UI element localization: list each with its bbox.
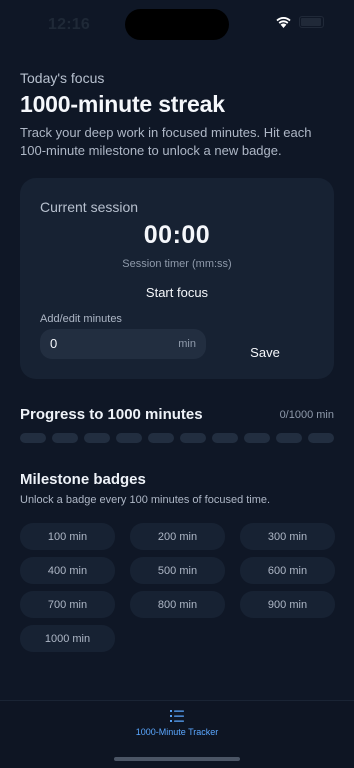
minutes-field-label: Add/edit minutes xyxy=(40,313,122,325)
progress-count: 0/1000 min xyxy=(279,409,334,421)
page-title: 1000-minute streak xyxy=(20,91,225,117)
milestone-badge: 300 min xyxy=(240,523,335,550)
progress-segment xyxy=(212,433,238,443)
session-label: Current session xyxy=(40,199,139,215)
battery-icon xyxy=(299,16,324,28)
home-indicator xyxy=(114,757,240,761)
milestone-badge: 200 min xyxy=(130,523,225,550)
status-bar: 12:16 xyxy=(0,0,354,48)
tab-tracker[interactable]: 1000-Minute Tracker xyxy=(0,708,354,737)
progress-bar xyxy=(20,433,334,443)
session-timer: 00:00 xyxy=(143,221,211,249)
progress-title: Progress to 1000 minutes xyxy=(20,406,203,423)
wifi-icon xyxy=(276,17,291,28)
milestone-badge: 100 min xyxy=(20,523,115,550)
milestone-badge: 400 min xyxy=(20,557,115,584)
milestone-badge: 900 min xyxy=(240,591,335,618)
badges-subtitle: Unlock a badge every 100 minutes of focu… xyxy=(20,494,271,506)
progress-segment xyxy=(276,433,302,443)
dynamic-island xyxy=(125,9,229,40)
milestone-badge: 800 min xyxy=(130,591,225,618)
progress-segment xyxy=(244,433,270,443)
tab-tracker-label: 1000-Minute Tracker xyxy=(135,727,219,737)
progress-segment xyxy=(308,433,334,443)
milestone-badge: 700 min xyxy=(20,591,115,618)
badges-title: Milestone badges xyxy=(20,471,146,488)
status-icons xyxy=(275,16,324,28)
timer-caption: Session timer (mm:ss) xyxy=(122,258,232,270)
progress-segment xyxy=(116,433,142,443)
milestone-badge: 600 min xyxy=(240,557,335,584)
progress-segment xyxy=(148,433,174,443)
page-subtitle: Track your deep work in focused minutes.… xyxy=(20,125,312,158)
minutes-input[interactable] xyxy=(50,336,160,351)
progress-segment xyxy=(20,433,46,443)
progress-segment xyxy=(52,433,78,443)
save-button[interactable]: Save xyxy=(242,342,288,362)
badge-grid: 100 min 200 min 300 min 400 min 500 min 600 m… xyxy=(20,523,335,652)
eyebrow-text: Today's focus xyxy=(20,70,105,86)
list-icon xyxy=(170,710,184,722)
milestone-badge: 500 min xyxy=(130,557,225,584)
progress-segment xyxy=(180,433,206,443)
milestone-badge: 1000 min xyxy=(20,625,115,652)
minutes-unit: min xyxy=(178,338,196,350)
status-time: 12:16 xyxy=(48,16,90,33)
start-focus-button[interactable]: Start focus xyxy=(127,281,227,303)
minutes-field[interactable]: min xyxy=(40,329,206,359)
session-card: Current session 00:00 Session timer (mm:… xyxy=(20,178,334,379)
progress-segment xyxy=(84,433,110,443)
